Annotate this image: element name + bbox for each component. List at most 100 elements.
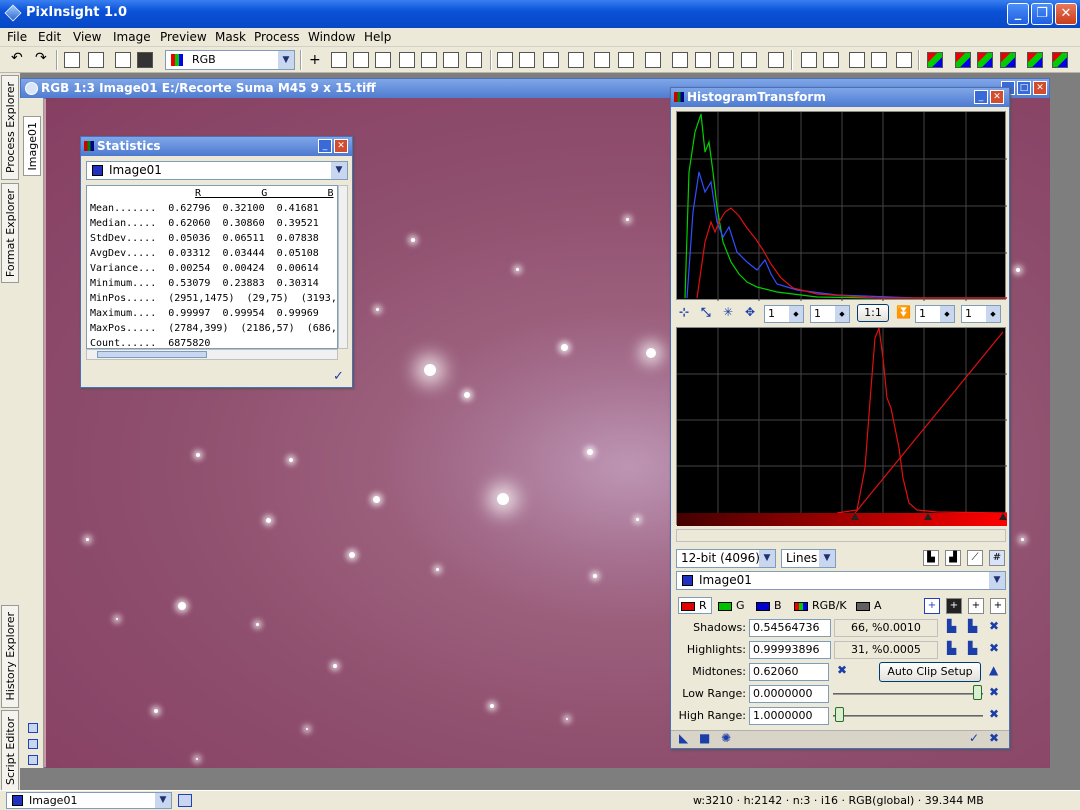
double-arrow-down-icon[interactable]: ⏬: [896, 305, 911, 319]
real-time-preview-icon[interactable]: ✺: [721, 731, 731, 745]
channel-a-button[interactable]: A: [856, 599, 882, 612]
invert-icon[interactable]: [137, 52, 153, 68]
reset-highlights-icon[interactable]: ✖: [989, 641, 999, 655]
histogram-icon[interactable]: [88, 52, 104, 68]
mask-show-icon[interactable]: [695, 52, 711, 68]
reset-all-icon[interactable]: ✖: [989, 731, 999, 745]
chevron-down-icon[interactable]: ▼: [331, 162, 347, 179]
output-histogram-graph[interactable]: [676, 325, 1008, 526]
reset-high-range-icon[interactable]: ✖: [989, 707, 999, 721]
status-view-select[interactable]: Image01 ▼: [6, 792, 172, 809]
spin-arrows-icon[interactable]: ◆: [986, 306, 1000, 322]
chevron-down-icon[interactable]: ▼: [759, 550, 775, 567]
tab-format-explorer[interactable]: Format Explorer: [1, 183, 19, 283]
linear-histogram-icon[interactable]: ▟: [945, 550, 961, 566]
channel-r-button[interactable]: R: [678, 597, 712, 614]
tab-process-explorer[interactable]: Process Explorer: [1, 75, 19, 180]
ratio-button[interactable]: 1:1: [857, 304, 889, 322]
reset-low-range-icon[interactable]: ✖: [989, 685, 999, 699]
blue-channel-icon[interactable]: [1000, 52, 1016, 68]
histogram-shadows-icon[interactable]: ▙: [947, 619, 956, 633]
align-left-icon[interactable]: [801, 52, 817, 68]
menu-process[interactable]: Process: [254, 30, 300, 44]
histogram-close-button[interactable]: ✕: [990, 90, 1004, 104]
transfer-curve-icon[interactable]: ⟋: [967, 550, 983, 566]
tab-script-editor[interactable]: Script Editor: [1, 710, 19, 792]
statistics-horizontal-scrollbar[interactable]: [86, 349, 338, 360]
histogram-minimize-button[interactable]: _: [974, 90, 988, 104]
cascade-icon[interactable]: [768, 52, 784, 68]
statistics-vertical-scrollbar[interactable]: [338, 185, 348, 349]
redo-icon[interactable]: ↷: [35, 50, 47, 66]
flip-vertical-icon[interactable]: [618, 52, 634, 68]
apply-check-icon[interactable]: ✓: [969, 731, 979, 745]
apply-check-icon[interactable]: ✓: [333, 369, 344, 384]
mask-icon[interactable]: [672, 52, 688, 68]
view-mode-icon-2[interactable]: [28, 739, 38, 749]
view-mode-icon[interactable]: [28, 723, 38, 733]
spin-arrows-icon[interactable]: ◆: [835, 306, 849, 322]
high-range-slider-knob[interactable]: [835, 707, 844, 722]
zoom-cross-icon[interactable]: ✳: [723, 305, 733, 319]
add-icon[interactable]: +: [924, 598, 940, 614]
chevron-down-icon[interactable]: ▼: [278, 51, 294, 69]
low-range-slider[interactable]: [833, 693, 983, 695]
low-range-slider-knob[interactable]: [973, 685, 982, 700]
menu-mask[interactable]: Mask: [215, 30, 246, 44]
color-mode-select[interactable]: RGB ▼: [165, 50, 295, 70]
output-zoom-y[interactable]: 1 ◆: [961, 305, 1001, 323]
menu-edit[interactable]: Edit: [38, 30, 61, 44]
high-range-slider[interactable]: [833, 715, 983, 717]
target-view-select[interactable]: Image01 ▼: [676, 571, 1006, 590]
reset-midtones-icon[interactable]: ✖: [837, 663, 847, 677]
chevron-down-icon[interactable]: ▼: [819, 550, 835, 567]
readout-icon[interactable]: [421, 52, 437, 68]
green-channel-icon[interactable]: [977, 52, 993, 68]
histogram-title[interactable]: HistogramTransform: [671, 88, 1009, 107]
spin-arrows-icon[interactable]: ◆: [789, 306, 803, 322]
spin-arrows-icon[interactable]: ◆: [940, 306, 954, 322]
menu-view[interactable]: View: [73, 30, 101, 44]
view-mode-icon-3[interactable]: [28, 755, 38, 765]
zoom-in-icon[interactable]: [353, 52, 369, 68]
mask-invert-icon[interactable]: [718, 52, 734, 68]
zoom-fit-icon[interactable]: [331, 52, 347, 68]
zoom-out-icon[interactable]: [375, 52, 391, 68]
add-dark-icon[interactable]: +: [946, 598, 962, 614]
grid-icon[interactable]: #: [989, 550, 1005, 566]
duplicate-icon[interactable]: [543, 52, 559, 68]
statistics-icon[interactable]: [64, 52, 80, 68]
auto-clip-setup-button[interactable]: Auto Clip Setup: [879, 662, 981, 682]
alpha-icon[interactable]: [1052, 52, 1068, 68]
output-histogram-scrollbar[interactable]: [676, 529, 1006, 542]
explorer-icon[interactable]: [178, 794, 192, 807]
pan-icon[interactable]: ✥: [745, 305, 755, 319]
undo-icon[interactable]: ↶: [11, 50, 23, 66]
output-zoom-x[interactable]: 1 ◆: [915, 305, 955, 323]
menu-image[interactable]: Image: [113, 30, 151, 44]
align-top-icon[interactable]: [849, 52, 865, 68]
minimize-button[interactable]: _: [1007, 3, 1029, 25]
low-range-input[interactable]: 0.0000000: [749, 685, 829, 703]
channel-g-button[interactable]: G: [718, 599, 745, 612]
resolution-select[interactable]: 12-bit (4096) ▼: [676, 549, 776, 568]
auto-clip-arrow-icon[interactable]: ▲: [989, 663, 998, 677]
new-image-icon[interactable]: [115, 52, 131, 68]
midtones-input[interactable]: 0.62060: [749, 663, 829, 681]
crosshair-icon[interactable]: ⊹: [679, 305, 689, 319]
crop-icon[interactable]: [568, 52, 584, 68]
input-zoom-y[interactable]: 1 ◆: [810, 305, 850, 323]
tile-icon[interactable]: [896, 52, 912, 68]
luminance-icon[interactable]: [1027, 52, 1043, 68]
red-channel-icon[interactable]: [955, 52, 971, 68]
color-channels-icon[interactable]: [927, 52, 943, 68]
highlights-input[interactable]: 0.99993896: [749, 641, 831, 659]
edit-preview-icon[interactable]: [443, 52, 459, 68]
window-icon[interactable]: [645, 52, 661, 68]
select-preview-icon[interactable]: [466, 52, 482, 68]
histogram-shadows-auto-icon[interactable]: ▙: [968, 619, 977, 633]
log-histogram-icon[interactable]: ▙: [923, 550, 939, 566]
tab-history-explorer[interactable]: History Explorer: [1, 605, 19, 708]
shadows-input[interactable]: 0.54564736: [749, 619, 831, 637]
menu-help[interactable]: Help: [364, 30, 391, 44]
